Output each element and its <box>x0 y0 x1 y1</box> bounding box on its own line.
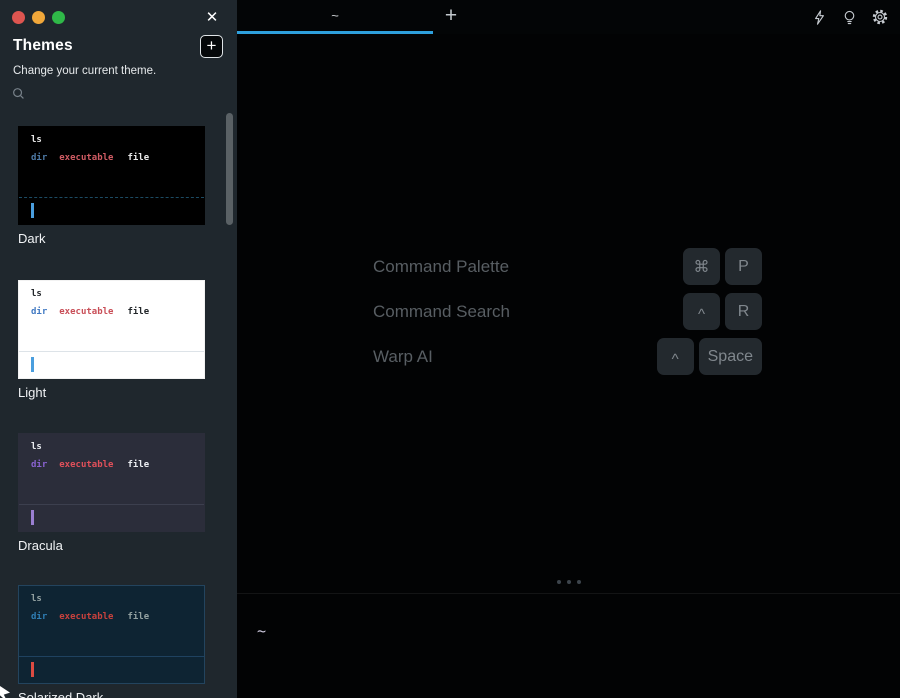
settings-gear-icon[interactable] <box>871 8 889 26</box>
theme-name: Dracula <box>18 538 205 553</box>
add-theme-button[interactable]: + <box>200 35 223 58</box>
theme-card-dark[interactable]: ls direxecutablefile Dark <box>18 126 205 246</box>
tabbar-actions <box>811 0 889 34</box>
traffic-light-minimize-icon[interactable] <box>32 11 45 24</box>
preview-output: direxecutablefile <box>31 153 149 163</box>
key-space: Space <box>699 338 762 375</box>
preview-cursor <box>31 357 34 372</box>
shortcut-command-search[interactable]: Command Search ^ R <box>373 293 762 330</box>
key-cmd: ⌘ <box>683 248 720 285</box>
shortcut-warp-ai[interactable]: Warp AI ^ Space <box>373 338 762 375</box>
shortcut-label: Command Palette <box>373 257 509 277</box>
panel-title: Themes <box>13 37 73 55</box>
theme-preview: ls direxecutablefile <box>18 585 205 684</box>
theme-card-dracula[interactable]: ls direxecutablefile Dracula <box>18 433 205 553</box>
shortcut-command-palette[interactable]: Command Palette ⌘ P <box>373 248 762 285</box>
preview-separator <box>19 351 204 352</box>
theme-preview: ls direxecutablefile <box>18 280 205 379</box>
traffic-light-zoom-icon[interactable] <box>52 11 65 24</box>
theme-name: Dark <box>18 231 205 246</box>
preview-output: direxecutablefile <box>31 307 149 317</box>
search-icon[interactable] <box>12 87 25 100</box>
theme-name: Light <box>18 385 205 400</box>
sidebar-scrollbar[interactable] <box>226 113 233 225</box>
prompt-tilde: ~ <box>257 622 266 640</box>
theme-preview: ls direxecutablefile <box>18 433 205 532</box>
preview-cursor <box>31 510 34 525</box>
preview-command: ls <box>31 594 42 604</box>
key-ctrl: ^ <box>683 293 720 330</box>
tab-bar: ~ + <box>237 0 900 34</box>
preview-cursor <box>31 203 34 218</box>
terminal-input-block[interactable]: ~ <box>237 594 900 698</box>
shortcut-hints: Command Palette ⌘ P Command Search ^ R W… <box>373 248 762 383</box>
new-tab-button[interactable]: + <box>437 0 465 34</box>
traffic-light-close-icon[interactable] <box>12 11 25 24</box>
preview-output: direxecutablefile <box>31 612 149 622</box>
theme-card-light[interactable]: ls direxecutablefile Light <box>18 280 205 400</box>
tab-home[interactable]: ~ <box>237 0 433 34</box>
theme-name: Solarized Dark <box>18 690 205 698</box>
preview-separator <box>19 656 204 657</box>
shortcut-keys: ^ R <box>683 293 762 330</box>
active-tab-indicator <box>237 31 433 34</box>
warp-window: ✕ Themes + Change your current theme. ls… <box>0 0 900 698</box>
preview-separator <box>19 197 204 198</box>
theme-preview: ls direxecutablefile <box>18 126 205 225</box>
close-panel-icon[interactable]: ✕ <box>202 8 222 28</box>
theme-card-solarized-dark[interactable]: ls direxecutablefile Solarized Dark <box>18 585 205 698</box>
shortcut-label: Command Search <box>373 302 510 322</box>
key-r: R <box>725 293 762 330</box>
themes-panel: ✕ Themes + Change your current theme. ls… <box>0 0 237 698</box>
panel-subtitle: Change your current theme. <box>13 65 156 77</box>
terminal-main: ~ + Command Palette <box>237 0 900 698</box>
preview-command: ls <box>31 135 42 145</box>
lightbulb-icon[interactable] <box>841 9 858 26</box>
shortcut-keys: ⌘ P <box>683 248 762 285</box>
preview-cursor <box>31 662 34 677</box>
key-p: P <box>725 248 762 285</box>
shortcut-keys: ^ Space <box>657 338 762 375</box>
preview-command: ls <box>31 289 42 299</box>
key-ctrl: ^ <box>657 338 694 375</box>
shortcut-label: Warp AI <box>373 347 433 367</box>
block-drag-handle[interactable] <box>557 580 581 584</box>
preview-separator <box>19 504 204 505</box>
lightning-icon[interactable] <box>811 9 828 26</box>
preview-command: ls <box>31 442 42 452</box>
preview-output: direxecutablefile <box>31 460 149 470</box>
